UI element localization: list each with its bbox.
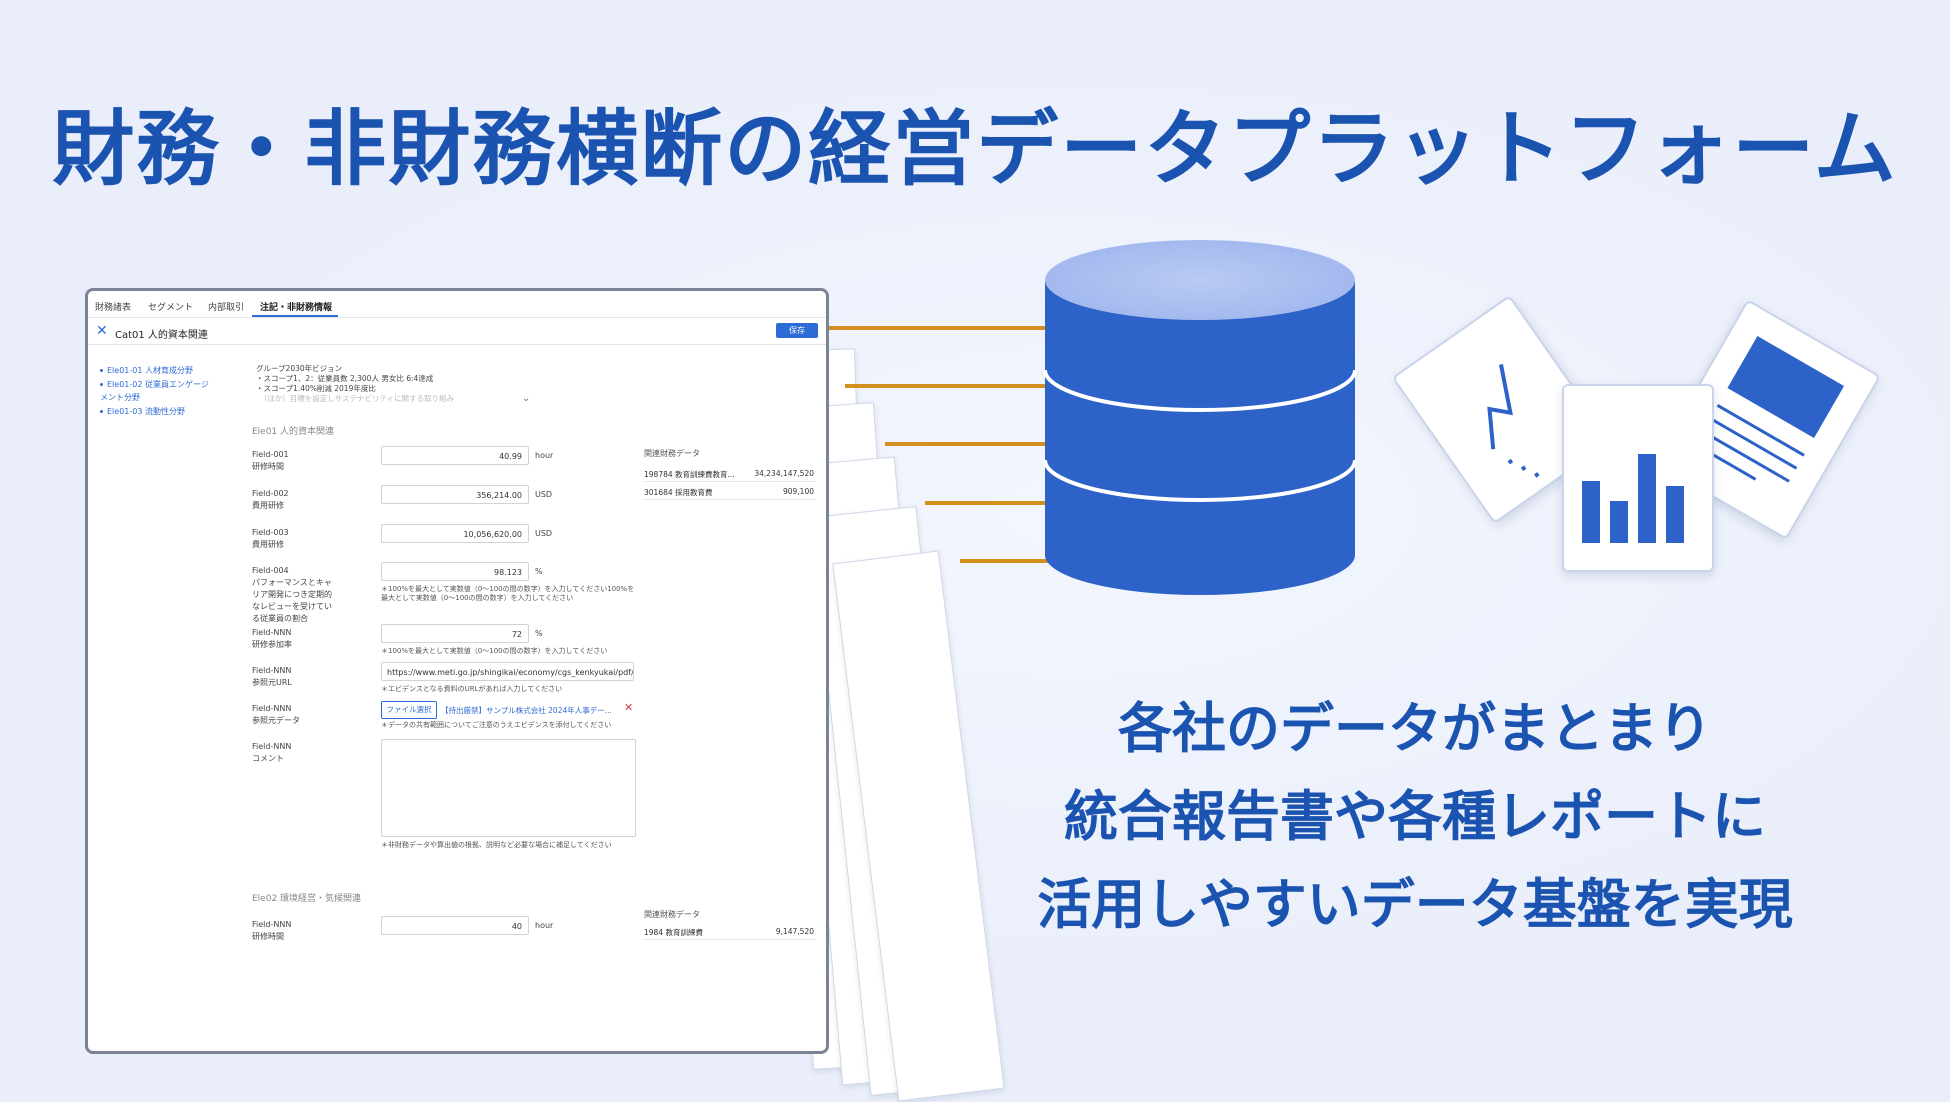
field-label: Field-NNN 参照元URL bbox=[252, 666, 292, 687]
field-input[interactable]: 98.123 bbox=[381, 562, 529, 581]
database-icon bbox=[1043, 240, 1357, 595]
field-hint: ＊非財務データや算出値の根拠、説明など必要な場合に補足してください bbox=[381, 841, 612, 849]
tab-financial-statements[interactable]: 財務諸表 bbox=[95, 300, 131, 313]
tagline: 各社のデータがまとまり 統合報告書や各種レポートに 活用しやすいデータ基盤を実現 bbox=[980, 685, 1850, 949]
active-tab-indicator bbox=[252, 315, 338, 317]
title-bar: ✕ Cat01 人的資本関連 保存 bbox=[88, 318, 826, 345]
field-unit: USD bbox=[535, 490, 553, 499]
field-hint: ＊データの共有範囲についてご注意のうえエビデンスを添付してください bbox=[381, 721, 612, 729]
related-data-title: 関連財務データ bbox=[644, 449, 700, 458]
file-select-button[interactable]: ファイル選択 bbox=[381, 701, 437, 719]
field-unit: hour bbox=[535, 921, 554, 930]
field-input[interactable]: 72 bbox=[381, 624, 529, 643]
headline: 財務・非財務横断の経営データプラットフォーム bbox=[52, 102, 1898, 197]
field-unit: hour bbox=[535, 451, 554, 460]
bullet-icon bbox=[100, 410, 103, 413]
bullet-icon bbox=[100, 383, 103, 386]
field-unit: % bbox=[535, 629, 543, 638]
related-data-row[interactable]: 1984 教育訓練費 9,147,520 bbox=[644, 925, 816, 940]
field-label: Field-003 費用研修 bbox=[252, 528, 289, 549]
sidebar-item-mobility[interactable]: Ele01-03 流動性分野 bbox=[100, 405, 212, 418]
url-input[interactable]: https://www.meti.go.jp/shingikai/economy… bbox=[381, 662, 634, 681]
related-data-title: 関連財務データ bbox=[644, 910, 700, 919]
tagline-line: 活用しやすいデータ基盤を実現 bbox=[1037, 873, 1793, 936]
field-label: Field-004 パフォーマンスとキャリア開発につき定期的なレビューを受けている… bbox=[252, 566, 332, 623]
page-title: Cat01 人的資本関連 bbox=[115, 330, 208, 341]
connector-line bbox=[812, 326, 1077, 330]
delete-file-icon[interactable]: ✕ bbox=[624, 701, 633, 714]
attached-file-link[interactable]: 【持出厳禁】サンプル株式会社 2024年人事デー... bbox=[441, 705, 612, 716]
field-input[interactable]: 10,056,620.00 bbox=[381, 524, 529, 543]
field-hint: ＊エビデンスとなる資料のURLがあれば入力してください bbox=[381, 685, 563, 693]
field-input[interactable]: 40 bbox=[381, 916, 529, 935]
chevron-down-icon[interactable]: ⌄ bbox=[522, 393, 530, 404]
field-label: Field-NNN 研修時間 bbox=[252, 920, 292, 941]
tagline-line: 統合報告書や各種レポートに bbox=[1064, 785, 1766, 848]
field-label: Field-NNN 研修参加率 bbox=[252, 628, 292, 649]
field-unit: % bbox=[535, 567, 543, 576]
field-label: Field-001 研修時間 bbox=[252, 450, 289, 471]
field-hint: ＊100%を最大として実数値（0〜100の間の数字）を入力してください100%を… bbox=[381, 585, 635, 602]
field-unit: USD bbox=[535, 529, 553, 538]
field-label: Field-NNN 参照元データ bbox=[252, 704, 300, 725]
tab-bar: 財務諸表 セグメント 内部取引 注記・非財務情報 bbox=[88, 291, 826, 318]
sidebar-item-talent-development[interactable]: Ele01-01 人材育成分野 bbox=[100, 364, 212, 377]
field-hint: ＊100%を最大として実数値（0〜100の間の数字）を入力してください bbox=[381, 647, 608, 655]
field-label: Field-NNN コメント bbox=[252, 742, 292, 763]
tab-segment[interactable]: セグメント bbox=[148, 300, 193, 313]
field-input[interactable]: 40.99 bbox=[381, 446, 529, 465]
section-title: Ele01 人的資本関連 bbox=[252, 427, 335, 437]
bullet-icon bbox=[100, 369, 103, 372]
section-title: Ele02 環境経営・気候関連 bbox=[252, 894, 362, 904]
vision-text: グループ2030年ビジョン ・スコープ1、2：従業員数 2,300人 男女比 6… bbox=[256, 364, 454, 403]
tagline-line: 各社のデータがまとまり bbox=[1118, 697, 1712, 760]
tab-internal-transactions[interactable]: 内部取引 bbox=[208, 300, 244, 313]
field-input[interactable]: 356,214.00 bbox=[381, 485, 529, 504]
comment-textarea[interactable] bbox=[381, 739, 636, 837]
field-label: Field-002 費用研修 bbox=[252, 489, 289, 510]
tab-notes-nonfinancial[interactable]: 注記・非財務情報 bbox=[260, 300, 332, 313]
related-data-row[interactable]: 301684 採用教育費 909,100 bbox=[644, 485, 816, 500]
close-icon[interactable]: ✕ bbox=[96, 323, 108, 339]
bar-chart-document-icon bbox=[1562, 384, 1714, 572]
app-window: 財務諸表 セグメント 内部取引 注記・非財務情報 ✕ Cat01 人的資本関連 … bbox=[85, 288, 829, 1054]
related-data-row[interactable]: 198784 教育訓練費教育... 34,234,147,520 bbox=[644, 467, 816, 482]
save-button[interactable]: 保存 bbox=[776, 323, 818, 338]
sidebar-item-engagement[interactable]: Ele01-02 従業員エンゲージメント分野 bbox=[100, 378, 212, 404]
